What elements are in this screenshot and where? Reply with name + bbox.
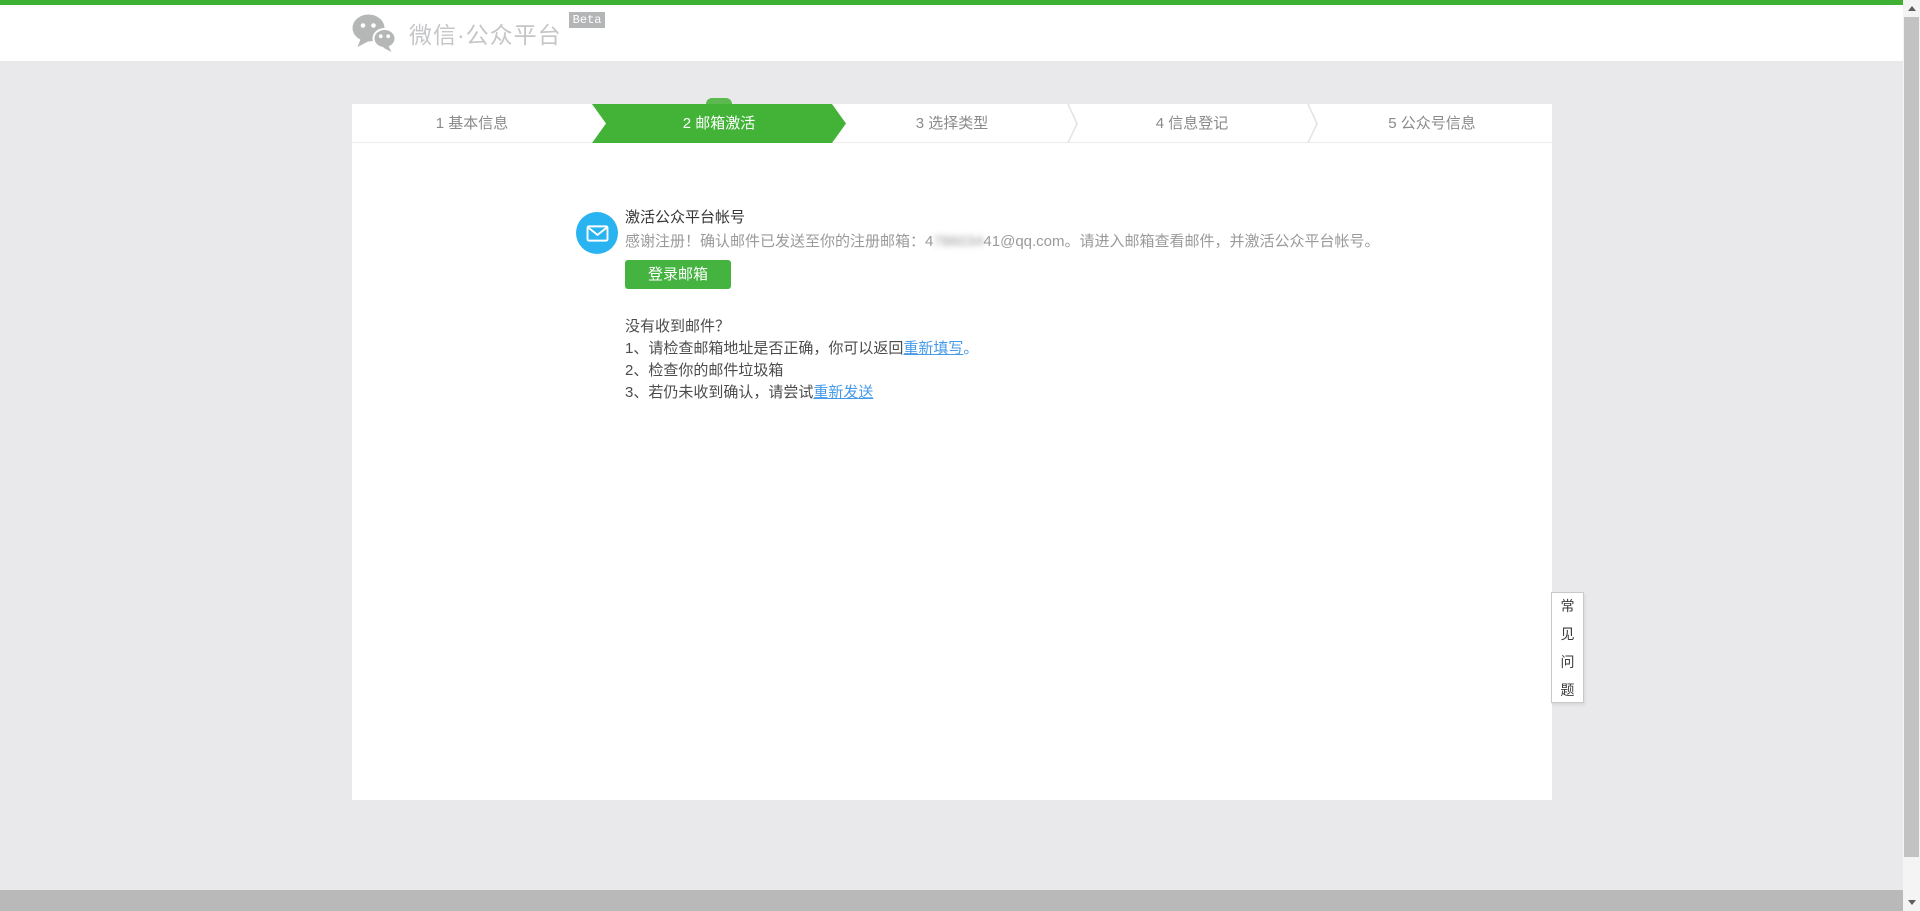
help-item-3: 3、若仍未收到确认，请尝试重新发送 [625, 382, 978, 404]
message-suffix: 。请进入邮箱查看邮件，并激活公众平台帐号。 [1065, 233, 1380, 250]
wizard-step-5-label: 5 公众号信息 [1388, 115, 1476, 132]
faq-tab-char: 问 [1561, 652, 1575, 672]
activation-message: 感谢注册！确认邮件已发送至你的注册邮箱：478603441@qq.com。请进入… [625, 231, 1380, 252]
envelope-icon [576, 212, 618, 254]
help-item-2-text: 2、检查你的邮件垃圾箱 [625, 362, 783, 379]
beta-badge: Beta [569, 12, 606, 28]
wizard-separator-chevron [1067, 104, 1078, 148]
faq-tab-char: 题 [1561, 680, 1575, 700]
scroll-up-button[interactable] [1903, 0, 1920, 17]
help-item-1: 1、请检查邮箱地址是否正确，你可以返回重新填写。 [625, 338, 978, 360]
login-email-button[interactable]: 登录邮箱 [625, 260, 731, 289]
faq-tab[interactable]: 常 见 问 题 [1551, 592, 1584, 703]
wizard-step-3: 3 选择类型 [832, 104, 1072, 142]
help-item-1-after: 。 [963, 340, 978, 357]
wizard-step-5: 5 公众号信息 [1312, 104, 1552, 142]
arrow-up-icon [1908, 6, 1916, 11]
resend-link[interactable]: 重新发送 [813, 384, 873, 401]
refill-link[interactable]: 重新填写 [903, 340, 963, 357]
page-title: 微信·公众平台 [409, 16, 562, 50]
header: 微信·公众平台 Beta [0, 5, 1903, 62]
not-received-help: 没有收到邮件？ 1、请检查邮箱地址是否正确，你可以返回重新填写。 2、检查你的邮… [625, 316, 978, 404]
wizard-step-2-label: 2 邮箱激活 [683, 115, 756, 132]
step-wizard: 1 基本信息 3 选择类型 4 信息登记 5 公众号信息 2 邮箱激活 [352, 104, 1552, 143]
main-panel: 1 基本信息 3 选择类型 4 信息登记 5 公众号信息 2 邮箱激活 激活公众… [352, 104, 1552, 800]
registered-email-masked: 786034 [933, 233, 983, 250]
wizard-step-4-label: 4 信息登记 [1156, 115, 1229, 132]
scroll-down-button[interactable] [1903, 894, 1920, 911]
help-item-3-text: 3、若仍未收到确认，请尝试 [625, 384, 813, 401]
wizard-step-2-active: 2 邮箱激活 [592, 104, 846, 143]
footer-bar [0, 890, 1903, 911]
activation-heading: 激活公众平台帐号 [625, 208, 745, 228]
wizard-step-4: 4 信息登记 [1072, 104, 1312, 142]
wechat-logo-icon [352, 14, 396, 52]
wizard-step-1: 1 基本信息 [352, 104, 592, 142]
registered-email-suffix: 41@qq.com [983, 233, 1064, 250]
not-received-title: 没有收到邮件？ [625, 316, 978, 338]
scrollbar-thumb[interactable] [1904, 17, 1919, 857]
active-step-indicator-bump [706, 98, 732, 104]
header-inner: 微信·公众平台 Beta [352, 5, 1903, 61]
help-item-2: 2、检查你的邮件垃圾箱 [625, 360, 978, 382]
arrow-down-icon [1908, 900, 1916, 905]
faq-tab-char: 见 [1561, 624, 1575, 644]
wizard-separator-chevron [1307, 104, 1318, 148]
faq-tab-char: 常 [1561, 596, 1575, 616]
message-prefix: 感谢注册！确认邮件已发送至你的注册邮箱： [625, 233, 925, 250]
help-item-1-text: 1、请检查邮箱地址是否正确，你可以返回 [625, 340, 903, 357]
scrollbar[interactable] [1903, 0, 1920, 911]
wizard-step-1-label: 1 基本信息 [436, 115, 509, 132]
wizard-step-3-label: 3 选择类型 [916, 115, 989, 132]
